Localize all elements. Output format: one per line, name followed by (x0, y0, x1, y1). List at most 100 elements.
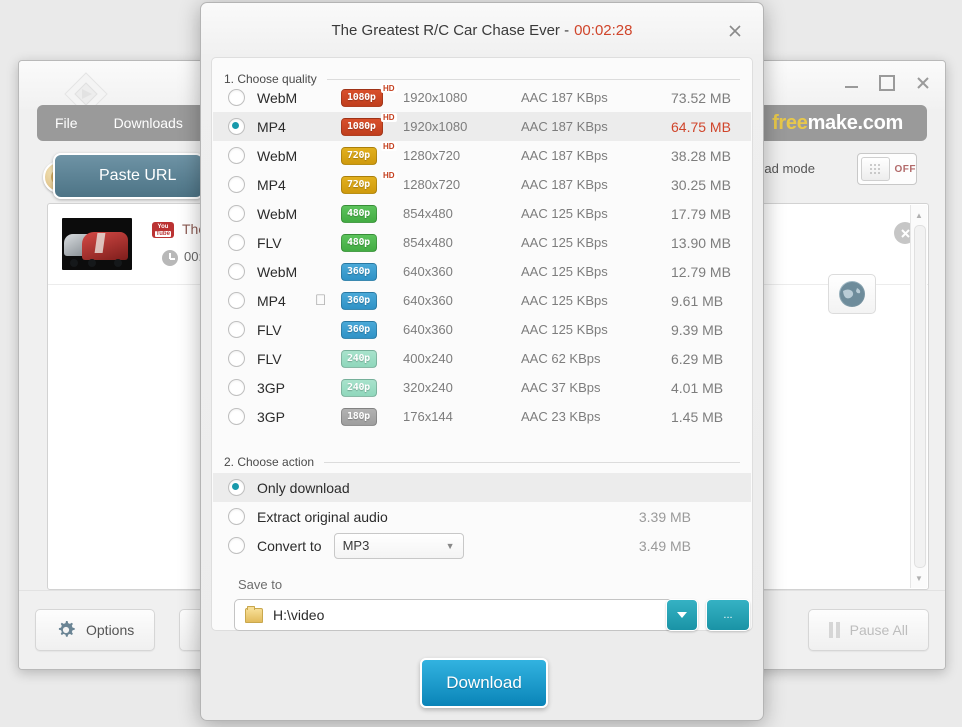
apple-icon:  (315, 292, 341, 309)
quality-badge-wrap: 360p (341, 292, 403, 310)
quality-radio[interactable] (228, 263, 245, 280)
quality-badge: 720p (341, 147, 377, 165)
quality-filesize: 4.01 MB (671, 380, 751, 396)
quality-radio[interactable] (228, 205, 245, 222)
quality-format: FLV (257, 351, 315, 367)
options-label: Options (86, 622, 134, 638)
scroll-up-icon[interactable]: ▲ (911, 207, 927, 223)
paste-url-label: Paste URL (99, 167, 176, 185)
minimize-button[interactable] (841, 73, 861, 93)
paste-url-button[interactable]: Paste URL (53, 153, 204, 199)
screen: File Downloads freemake.com Paste URL do… (0, 0, 962, 727)
browse-folder-button[interactable]: ... (706, 599, 750, 631)
dialog-title-text: The Greatest R/C Car Chase Ever - (332, 22, 570, 39)
quality-option-row[interactable]: MP4720pHD1280x720AAC 187 KBps30.25 MB (213, 170, 751, 199)
quality-badge: 720p (341, 176, 377, 194)
window-controls (841, 73, 933, 93)
quality-format: 3GP (257, 409, 315, 425)
options-button[interactable]: Options (35, 609, 155, 651)
download-options-dialog: The Greatest R/C Car Chase Ever - 00:02:… (200, 2, 764, 721)
quality-resolution: 1280x720 (403, 148, 521, 163)
maximize-button[interactable] (877, 73, 897, 93)
dialog-close-button[interactable] (725, 21, 745, 41)
save-path-input[interactable]: H:\video (234, 599, 674, 631)
quality-filesize: 30.25 MB (671, 177, 751, 193)
quality-option-row[interactable]: 3GP240p320x240AAC 37 KBps4.01 MB (213, 373, 751, 402)
quality-option-row[interactable]: WebM720pHD1280x720AAC 187 KBps38.28 MB (213, 141, 751, 170)
quality-badge: 240p (341, 379, 377, 397)
quality-badge-wrap: 1080pHD (341, 118, 403, 136)
quality-radio[interactable] (228, 234, 245, 251)
action-option-row[interactable]: Only download (213, 473, 751, 502)
action-option-row[interactable]: Convert to MP3▼ 3.49 MB (213, 531, 751, 560)
quality-option-row[interactable]: MP4360p640x360AAC 125 KBps9.61 MB (213, 286, 751, 315)
scroll-down-icon[interactable]: ▼ (911, 570, 927, 586)
quality-option-row[interactable]: WebM480p854x480AAC 125 KBps17.79 MB (213, 199, 751, 228)
action-filesize: 3.39 MB (639, 509, 691, 525)
menu-item-file[interactable]: File (37, 105, 96, 141)
quality-option-row[interactable]: 3GP180p176x144AAC 23 KBps1.45 MB (213, 402, 751, 431)
youtube-icon: You Tube (152, 222, 174, 238)
quality-radio[interactable] (228, 292, 245, 309)
convert-format-value: MP3 (343, 538, 370, 553)
list-scrollbar[interactable]: ▲ ▼ (910, 205, 927, 588)
grip-icon (870, 164, 880, 174)
download-mode-toggle[interactable]: OFF (857, 153, 917, 185)
convert-format-select[interactable]: MP3▼ (334, 533, 464, 559)
quality-resolution: 640x360 (403, 264, 521, 279)
quality-badge: 360p (341, 292, 377, 310)
quality-radio[interactable] (228, 147, 245, 164)
quality-option-row[interactable]: FLV480p854x480AAC 125 KBps13.90 MB (213, 228, 751, 257)
hd-tag: HD (381, 142, 397, 151)
quality-radio[interactable] (228, 321, 245, 338)
quality-badge-wrap: 180p (341, 408, 403, 426)
folder-icon (245, 608, 263, 623)
yt-text-1: You (158, 224, 169, 230)
close-window-button[interactable] (913, 73, 933, 93)
quality-badge-wrap: 480p (341, 205, 403, 223)
quality-filesize: 17.79 MB (671, 206, 751, 222)
pause-all-button[interactable]: Pause All (808, 609, 929, 651)
action-label: Convert to (257, 538, 322, 554)
quality-format: FLV (257, 235, 315, 251)
open-in-browser-button[interactable] (828, 274, 876, 314)
quality-resolution: 176x144 (403, 409, 521, 424)
quality-option-row[interactable]: FLV240p400x240AAC 62 KBps6.29 MB (213, 344, 751, 373)
quality-audio: AAC 187 KBps (521, 177, 671, 192)
globe-icon (839, 281, 865, 307)
menu-item-downloads[interactable]: Downloads (96, 105, 201, 141)
quality-radio[interactable] (228, 176, 245, 193)
quality-filesize: 64.75 MB (671, 119, 751, 135)
quality-radio[interactable] (228, 408, 245, 425)
quality-badge-wrap: 360p (341, 321, 403, 339)
quality-badge: 1080p (341, 118, 383, 136)
action-label: Only download (257, 480, 350, 496)
quality-option-row[interactable]: MP41080pHD1920x1080AAC 187 KBps64.75 MB (213, 112, 751, 141)
action-filesize: 3.49 MB (639, 538, 691, 554)
quality-option-row[interactable]: WebM1080pHD1920x1080AAC 187 KBps73.52 MB (213, 83, 751, 112)
action-radio[interactable] (228, 537, 245, 554)
quality-option-row[interactable]: WebM360p640x360AAC 125 KBps12.79 MB (213, 257, 751, 286)
action-radio[interactable] (228, 508, 245, 525)
quality-radio[interactable] (228, 350, 245, 367)
download-button[interactable]: Download (420, 658, 548, 708)
quality-radio[interactable] (228, 89, 245, 106)
save-path-dropdown-button[interactable] (666, 599, 698, 631)
quality-resolution: 640x360 (403, 322, 521, 337)
toggle-state-label: OFF (895, 164, 917, 175)
action-radio[interactable] (228, 479, 245, 496)
quality-radio[interactable] (228, 118, 245, 135)
scrollbar-thumb[interactable] (914, 225, 926, 568)
quality-radio[interactable] (228, 379, 245, 396)
quality-filesize: 1.45 MB (671, 409, 751, 425)
action-option-row[interactable]: Extract original audio3.39 MB (213, 502, 751, 531)
quality-option-row[interactable]: FLV360p640x360AAC 125 KBps9.39 MB (213, 315, 751, 344)
quality-resolution: 320x240 (403, 380, 521, 395)
pause-all-label: Pause All (850, 622, 908, 638)
quality-audio: AAC 187 KBps (521, 119, 671, 134)
divider (327, 79, 740, 80)
quality-filesize: 9.61 MB (671, 293, 751, 309)
quality-format: WebM (257, 148, 315, 164)
quality-badge-wrap: 720pHD (341, 147, 403, 165)
quality-format: WebM (257, 264, 315, 280)
